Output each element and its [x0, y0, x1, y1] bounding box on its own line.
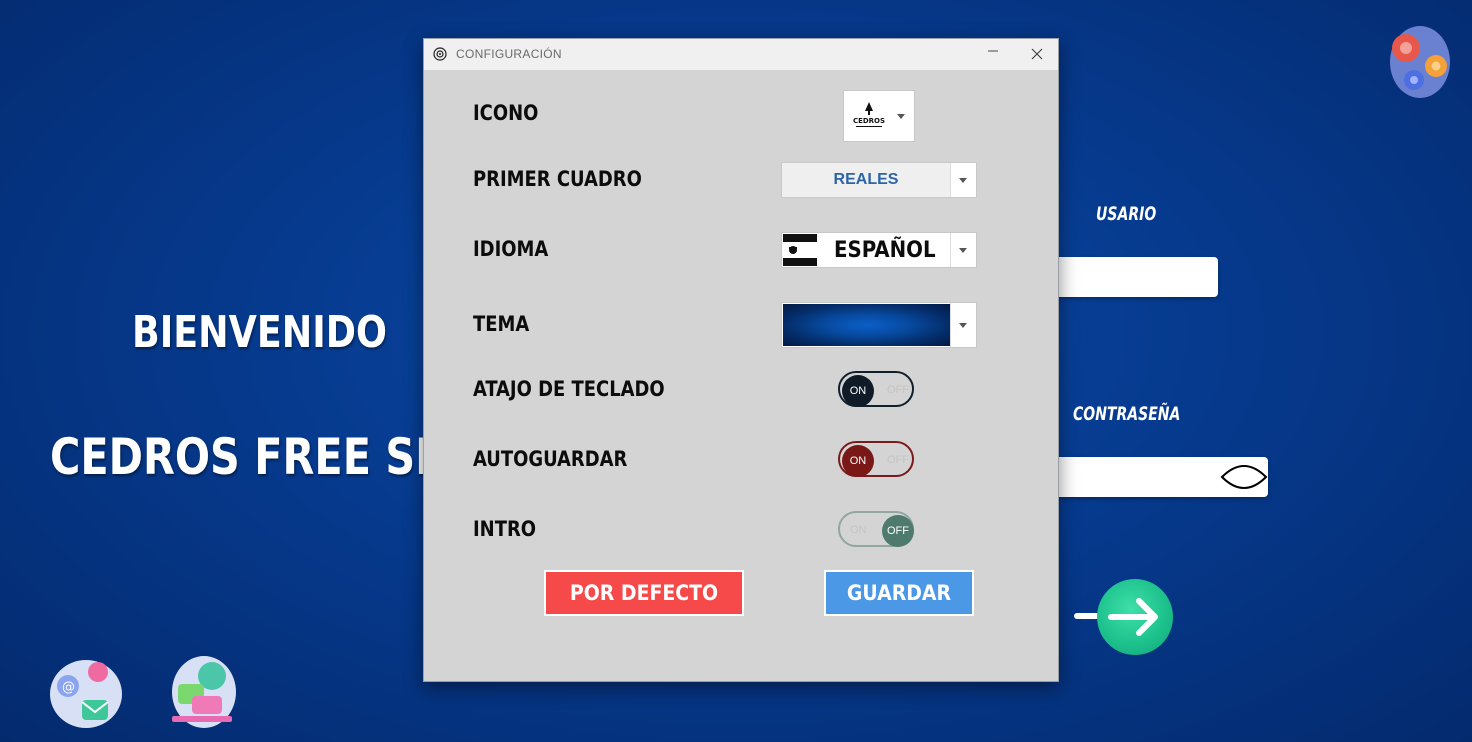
toggle-knob: ON — [842, 375, 874, 407]
language-label: IDIOMA — [473, 237, 549, 261]
theme-select[interactable] — [781, 302, 977, 348]
toggle-on-text: ON — [850, 524, 867, 536]
user-field[interactable] — [1040, 257, 1218, 297]
dialog-titlebar[interactable]: CONFIGURACIÓN — [424, 39, 1058, 70]
chat-decor-icon — [172, 656, 236, 728]
toggle-off-text: OFF — [887, 454, 909, 466]
language-value: ESPAÑOL — [834, 238, 936, 263]
theme-label: TEMA — [473, 312, 530, 336]
chevron-down-icon[interactable] — [950, 163, 976, 197]
arrow-right-icon — [1108, 598, 1158, 636]
icon-preview-text: CEDROS — [853, 117, 885, 125]
language-select[interactable]: ESPAÑOL — [781, 232, 977, 268]
intro-toggle[interactable]: ON OFF — [838, 511, 914, 547]
toggle-knob: OFF — [882, 515, 914, 547]
autosave-label: AUTOGUARDAR — [473, 447, 628, 471]
keyboard-shortcut-label: ATAJO DE TECLADO — [473, 377, 665, 401]
first-panel-value: REALES — [782, 163, 950, 197]
minimize-button[interactable] — [980, 44, 1006, 64]
svg-text:@: @ — [62, 680, 75, 695]
autosave-toggle[interactable]: ON OFF — [838, 441, 914, 477]
minimize-icon — [988, 50, 998, 52]
gear-settings-icon[interactable] — [1384, 22, 1454, 100]
toggle-knob: ON — [842, 445, 874, 477]
user-label: USARIO — [1096, 203, 1157, 225]
close-button[interactable] — [1024, 44, 1050, 64]
chevron-down-icon[interactable] — [950, 233, 976, 267]
chevron-down-icon[interactable] — [950, 303, 976, 347]
eye-icon[interactable] — [1220, 461, 1268, 493]
save-button[interactable]: GUARDAR — [824, 570, 974, 616]
icon-label: ICONO — [473, 101, 539, 125]
dialog-title: CONFIGURACIÓN — [456, 47, 562, 61]
intro-label: INTRO — [473, 517, 537, 541]
toggle-off-text: OFF — [887, 384, 909, 396]
cedros-logo-icon: CEDROS — [846, 93, 892, 139]
theme-preview — [783, 304, 951, 346]
login-go-button[interactable] — [1097, 579, 1173, 655]
password-label: CONTRASEÑA — [1073, 403, 1181, 425]
first-panel-select[interactable]: REALES — [781, 162, 977, 198]
welcome-title: BIENVENIDO — [132, 307, 387, 358]
spain-flag-icon — [783, 234, 817, 266]
close-icon — [1031, 48, 1043, 60]
reset-defaults-button[interactable]: POR DEFECTO — [544, 570, 744, 616]
social-media-decor-icon: @ — [50, 660, 122, 728]
chevron-down-icon[interactable] — [889, 91, 914, 141]
first-panel-label: PRIMER CUADRO — [473, 167, 642, 191]
keyboard-shortcut-toggle[interactable]: ON OFF — [838, 371, 914, 407]
icon-select[interactable]: CEDROS — [843, 90, 915, 142]
config-dialog: CONFIGURACIÓN ICONO CEDROS PRIMER CUADRO… — [423, 38, 1059, 682]
app-icon — [433, 47, 447, 61]
